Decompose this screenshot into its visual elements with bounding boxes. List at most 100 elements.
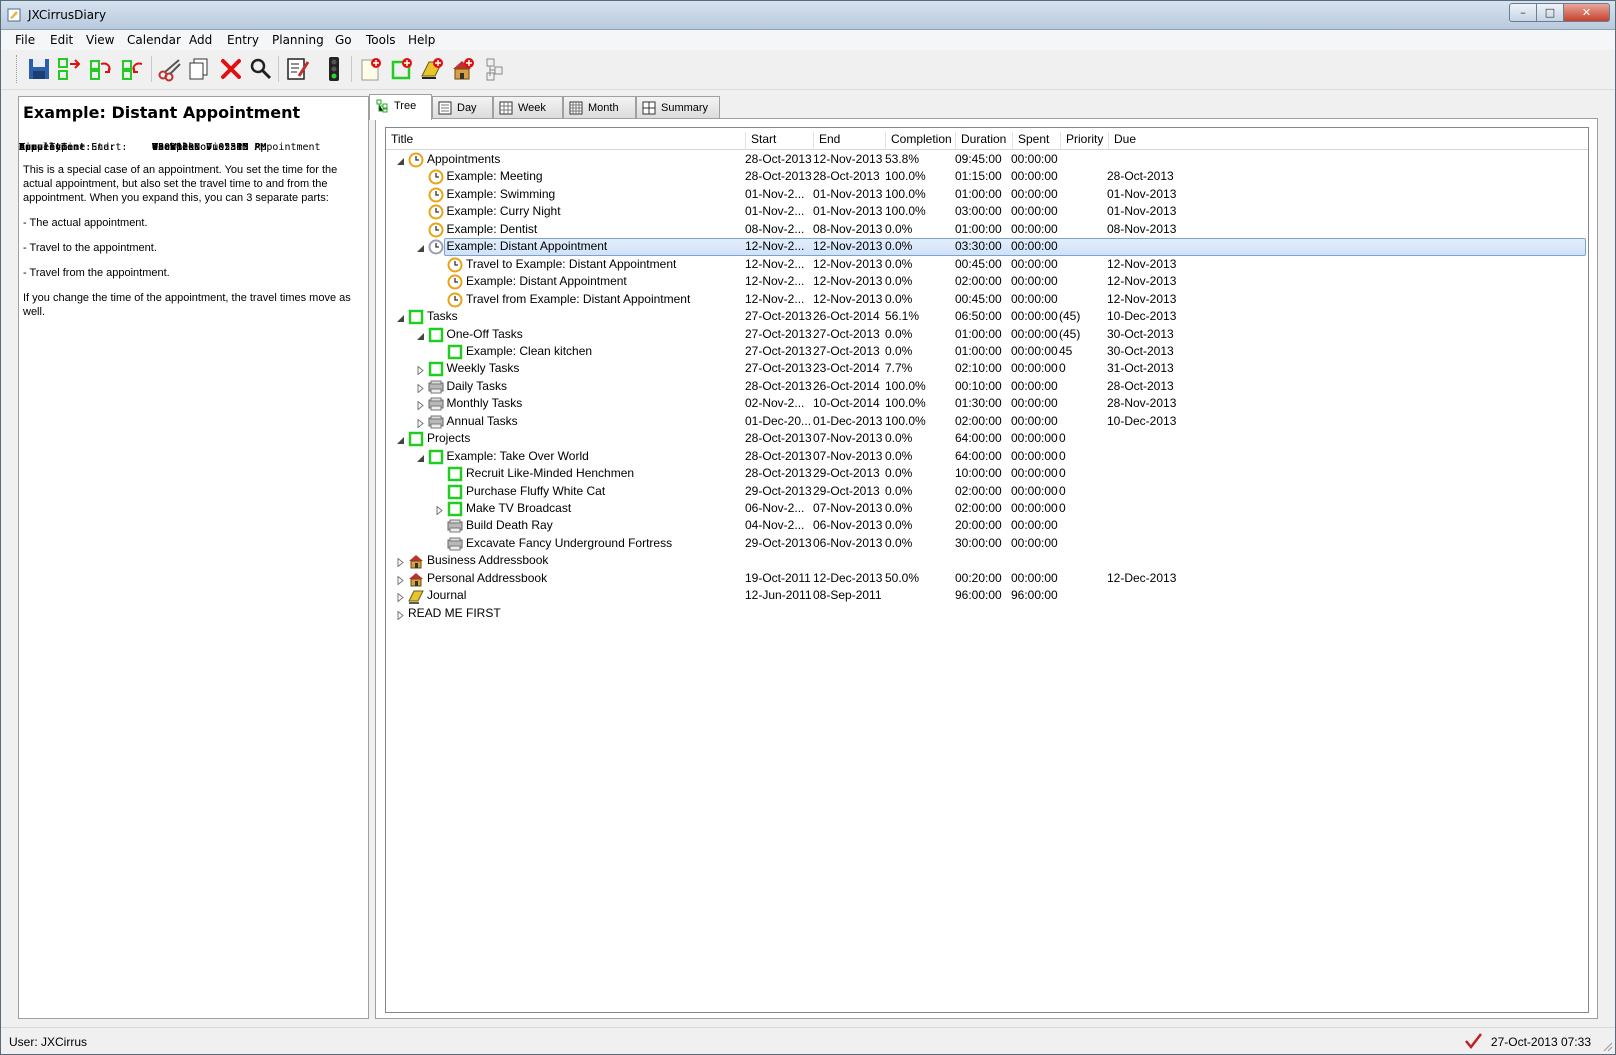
expand-arrow-icon[interactable] (396, 574, 405, 586)
tree-row[interactable]: Example: Swimming 01-Nov-2... 01-Nov-2013 1… (386, 186, 1588, 204)
menu-planning[interactable]: Planning (272, 33, 324, 47)
tree-structure-button[interactable] (481, 55, 509, 83)
menu-view[interactable]: View (86, 33, 114, 47)
copy-button[interactable] (185, 55, 213, 83)
expand-arrow-icon[interactable] (396, 591, 405, 603)
cell-end: 08-Sep-2011 (813, 588, 882, 603)
expand-arrow-icon[interactable] (416, 417, 425, 429)
tree-row[interactable]: Monthly Tasks 02-Nov-2... 10-Oct-2014 100.0… (386, 395, 1588, 413)
clock-icon (428, 187, 444, 203)
menu-help[interactable]: Help (408, 33, 435, 47)
new-addressbook-button[interactable] (449, 55, 477, 83)
expand-arrow-icon[interactable] (435, 504, 444, 516)
collapse-arrow-icon[interactable] (416, 452, 425, 462)
cell-end: 10-Oct-2014 (813, 396, 880, 411)
tree-row[interactable]: Example: Distant Appointment 12-Nov-2... 1… (386, 273, 1588, 291)
collapse-arrow-icon[interactable] (396, 155, 405, 165)
tree-row[interactable]: Tasks 27-Oct-2013 26-Oct-2014 56.1% 06:50:00… (386, 308, 1588, 326)
toolbar (1, 50, 1615, 90)
edit-notes-button[interactable] (284, 55, 312, 83)
tree-row[interactable]: Make TV Broadcast 06-Nov-2... 07-Nov-2013 0… (386, 500, 1588, 518)
column-completion[interactable]: Completion (885, 132, 955, 150)
import-button[interactable] (119, 55, 147, 83)
column-priority[interactable]: Priority (1060, 132, 1108, 150)
menu-entry[interactable]: Entry (227, 33, 259, 47)
menu-add[interactable]: Add (189, 33, 212, 47)
tree-row[interactable]: Annual Tasks 01-Dec-20... 01-Dec-2013 100.0… (386, 413, 1588, 431)
tab-week[interactable]: Week (493, 96, 563, 118)
expand-arrow-icon[interactable] (396, 556, 405, 568)
maximize-button[interactable]: □ (1537, 3, 1564, 22)
tree-row[interactable]: Example: Meeting 28-Oct-2013 28-Oct-2013 10… (386, 168, 1588, 186)
entry-tree[interactable]: Title Start End Completion Duration Spen… (385, 127, 1589, 1013)
expand-arrow-icon[interactable] (416, 382, 425, 394)
collapse-arrow-icon[interactable] (416, 330, 425, 340)
tree-row[interactable]: Purchase Fluffy White Cat 29-Oct-2013 29-O… (386, 483, 1588, 501)
new-journal-button[interactable] (418, 55, 446, 83)
tree-row[interactable]: Travel from Example: Distant Appointment… (386, 291, 1588, 309)
cell-spent: 00:00:00 (1011, 186, 1058, 201)
cell-end: 01-Nov-2013 (813, 204, 883, 219)
tree-row[interactable]: Journal 12-Jun-2011 08-Sep-2011 96:00:00 96:… (386, 587, 1588, 605)
recurring-task-icon (447, 518, 463, 534)
tree-row[interactable]: Example: Clean kitchen 27-Oct-2013 27-Oct-… (386, 343, 1588, 361)
cell-due: 01-Nov-2013 (1107, 204, 1177, 219)
collapse-arrow-icon[interactable] (396, 434, 405, 445)
tree-row[interactable]: Example: Curry Night 01-Nov-2... 01-Nov-20… (386, 203, 1588, 221)
menu-calendar[interactable]: Calendar (127, 33, 181, 47)
menu-file[interactable]: File (15, 33, 35, 47)
tree-row[interactable]: Example: Dentist 08-Nov-2... 08-Nov-2013 0.… (386, 221, 1588, 239)
toolbar-grip[interactable] (16, 55, 19, 83)
save-button[interactable] (25, 55, 53, 83)
title-bar[interactable]: JXCirrusDiary – □ ✕ (1, 1, 1615, 30)
export-button[interactable] (55, 55, 83, 83)
tab-summary[interactable]: Summary (636, 96, 720, 118)
new-task-button[interactable] (388, 55, 416, 83)
tree-row[interactable]: Excavate Fancy Underground Fortress 29-Oc… (386, 535, 1588, 553)
cell-duration: 03:30:00 (955, 239, 1002, 254)
sync-button[interactable] (87, 55, 115, 83)
tree-row[interactable]: Daily Tasks 28-Oct-2013 26-Oct-2014 100.0% 0… (386, 378, 1588, 396)
cut-button[interactable] (156, 55, 184, 83)
tab-month[interactable]: Month (563, 96, 636, 118)
delete-button[interactable] (217, 55, 245, 83)
tree-row[interactable]: READ ME FIRST (386, 605, 1588, 623)
resize-grip-icon[interactable] (1601, 1040, 1613, 1052)
minimize-button[interactable]: – (1509, 3, 1537, 22)
tree-row[interactable]: Projects 28-Oct-2013 07-Nov-2013 0.0% 64:00:… (386, 430, 1588, 448)
cell-priority: 0 (1059, 466, 1066, 481)
cell-duration: 00:45:00 (955, 256, 1002, 271)
tree-row[interactable]: One-Off Tasks 27-Oct-2013 27-Oct-2013 0.0% 0… (386, 326, 1588, 344)
expand-arrow-icon[interactable] (416, 364, 425, 376)
column-spent[interactable]: Spent (1012, 132, 1060, 150)
column-duration[interactable]: Duration (955, 132, 1012, 150)
traffic-light-button[interactable] (320, 55, 348, 83)
column-end[interactable]: End (813, 132, 885, 150)
expand-arrow-icon[interactable] (416, 399, 425, 411)
menu-tools[interactable]: Tools (366, 33, 396, 47)
tree-row[interactable]: Travel to Example: Distant Appointment 12… (386, 256, 1588, 274)
tree-row[interactable]: Business Addressbook (386, 552, 1588, 570)
column-title[interactable]: Title (386, 132, 745, 150)
cell-duration: 10:00:00 (955, 466, 1002, 481)
menu-go[interactable]: Go (335, 33, 352, 47)
tree-row[interactable]: Example: Distant Appointment 12-Nov-2... 1… (386, 238, 1588, 257)
column-start[interactable]: Start (745, 132, 813, 150)
tree-row[interactable]: Build Death Ray 04-Nov-2... 06-Nov-2013 0.0… (386, 517, 1588, 535)
tree-row[interactable]: Weekly Tasks 27-Oct-2013 23-Oct-2014 7.7% 02… (386, 360, 1588, 378)
column-due[interactable]: Due (1108, 132, 1188, 150)
new-note-button[interactable] (357, 55, 385, 83)
cell-title: Weekly Tasks (446, 361, 520, 376)
tree-row[interactable]: Recruit Like-Minded Henchmen 28-Oct-2013 2… (386, 465, 1588, 483)
tree-row[interactable]: Appointments 28-Oct-2013 12-Nov-2013 53.8% 0… (386, 151, 1588, 169)
search-button[interactable] (247, 55, 275, 83)
tab-day[interactable]: Day (432, 96, 493, 118)
close-button[interactable]: ✕ (1564, 3, 1610, 22)
tree-row[interactable]: Example: Take Over World 28-Oct-2013 07-No… (386, 448, 1588, 466)
collapse-arrow-icon[interactable] (396, 312, 405, 323)
tree-row[interactable]: Personal Addressbook 19-Oct-2011 12-Dec-20… (386, 570, 1588, 588)
menu-edit[interactable]: Edit (50, 33, 73, 47)
collapse-arrow-icon[interactable] (416, 242, 425, 253)
tab-tree[interactable]: Tree (369, 94, 432, 120)
expand-arrow-icon[interactable] (396, 609, 405, 621)
